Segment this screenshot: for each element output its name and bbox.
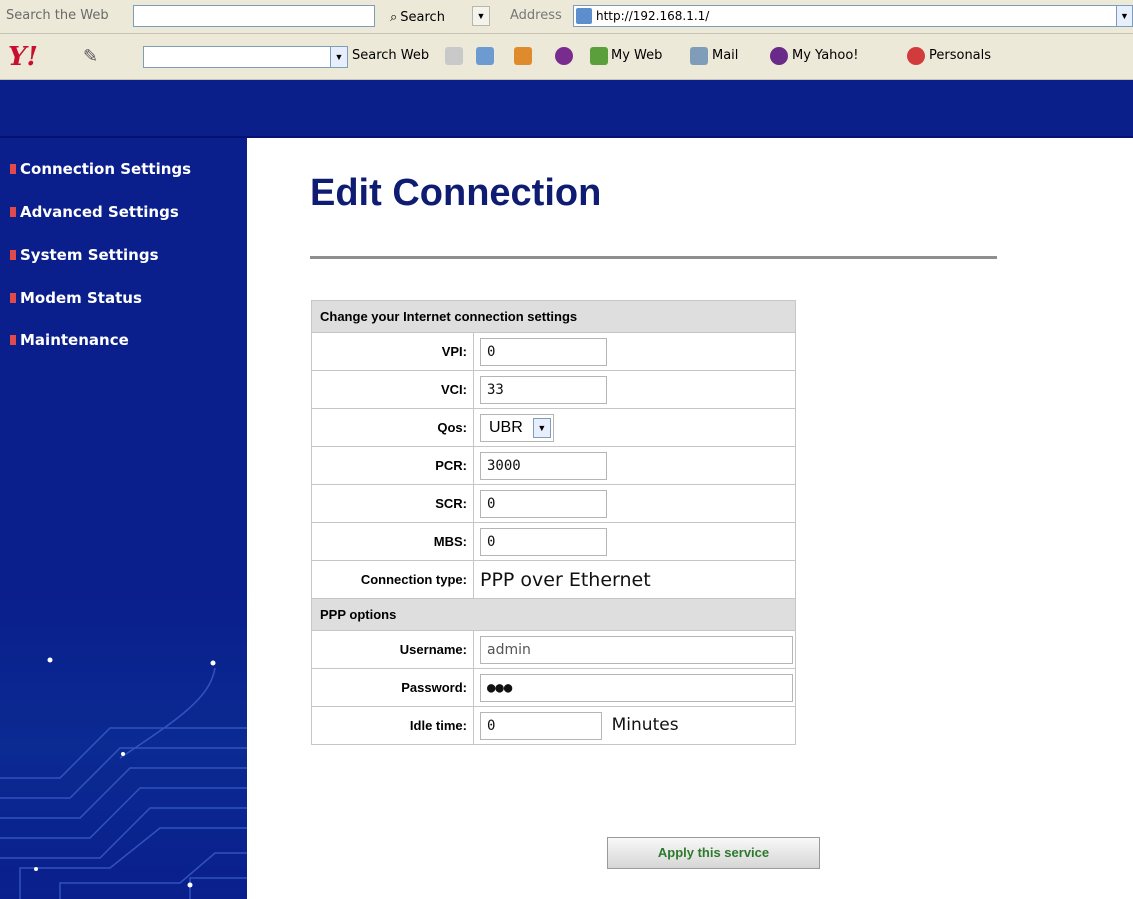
- username-input[interactable]: [480, 635, 793, 664]
- mail-link[interactable]: Mail: [712, 48, 738, 63]
- qos-select[interactable]: UBR ▼: [480, 413, 554, 442]
- bullet-arrow-icon: [10, 293, 16, 303]
- mail-icon: [690, 47, 708, 65]
- browser-search-toolbar: Search the Web ⌕ Search ▼ Address http:/…: [0, 0, 1133, 34]
- web-search-input[interactable]: [133, 5, 375, 27]
- bullet-arrow-icon: [10, 207, 16, 217]
- pcr-input[interactable]: [480, 451, 607, 480]
- antispy-icon[interactable]: [514, 47, 532, 65]
- form-row-connection-type: Connection type: PPP over Ethernet: [311, 560, 796, 599]
- mbs-label: MBS:: [311, 522, 474, 561]
- title-divider: [310, 256, 997, 259]
- search-web-button[interactable]: Search Web: [352, 48, 429, 63]
- form-row-username: Username:: [311, 630, 796, 669]
- form-row-idle-time: Idle time: Minutes: [311, 706, 796, 745]
- search-options-dropdown[interactable]: ▼: [472, 6, 490, 26]
- search-the-web-label: Search the Web: [6, 8, 109, 23]
- yahoo-logo[interactable]: Y!: [8, 42, 38, 72]
- qos-label: Qos:: [311, 408, 474, 447]
- sidebar-item-advanced-settings[interactable]: Advanced Settings: [10, 203, 179, 221]
- vpi-label: VPI:: [311, 332, 474, 371]
- form-row-vpi: VPI:: [311, 332, 796, 371]
- vpi-input[interactable]: [480, 337, 607, 366]
- vci-label: VCI:: [311, 370, 474, 409]
- address-dropdown[interactable]: ▼: [1116, 5, 1133, 27]
- bullet-arrow-icon: [10, 164, 16, 174]
- form-row-qos: Qos: UBR ▼: [311, 408, 796, 447]
- scr-input[interactable]: [480, 489, 607, 518]
- sidebar-item-modem-status[interactable]: Modem Status: [10, 289, 142, 307]
- header-banner: [0, 80, 1133, 138]
- bullet-arrow-icon: [10, 250, 16, 260]
- section-header-ppp: PPP options: [311, 598, 796, 631]
- page-icon: [576, 8, 592, 24]
- sidebar-item-system-settings[interactable]: System Settings: [10, 246, 159, 264]
- connection-type-label: Connection type:: [311, 560, 474, 599]
- form-row-mbs: MBS:: [311, 522, 796, 561]
- password-input[interactable]: [480, 673, 793, 702]
- my-yahoo-link[interactable]: My Yahoo!: [792, 48, 859, 63]
- idle-time-label: Idle time:: [311, 706, 474, 745]
- form-row-vci: VCI:: [311, 370, 796, 409]
- highlight-icon[interactable]: [445, 47, 463, 65]
- layout-icon[interactable]: [476, 47, 494, 65]
- chevron-down-icon: ▼: [532, 417, 551, 438]
- scr-label: SCR:: [311, 484, 474, 523]
- sidebar: Connection Settings Advanced Settings Sy…: [0, 138, 247, 899]
- pop-up-blocker-icon[interactable]: [555, 47, 573, 65]
- idle-time-input[interactable]: [480, 711, 602, 740]
- my-web-link[interactable]: My Web: [611, 48, 662, 63]
- yahoo-toolbar: Y! ✎ ▼ Search Web My Web Mail My Yahoo! …: [0, 34, 1133, 80]
- sidebar-item-maintenance[interactable]: Maintenance: [10, 331, 129, 349]
- bullet-arrow-icon: [10, 335, 16, 345]
- my-web-icon: [590, 47, 608, 65]
- yahoo-search-input[interactable]: [143, 46, 335, 68]
- heart-icon: [907, 47, 925, 65]
- pencil-icon[interactable]: ✎: [83, 46, 98, 67]
- address-label: Address: [510, 8, 562, 23]
- idle-time-unit: Minutes: [611, 714, 679, 735]
- my-yahoo-icon: [770, 47, 788, 65]
- sidebar-item-connection-settings[interactable]: Connection Settings: [10, 160, 191, 178]
- connection-settings-table: Change your Internet connection settings…: [311, 300, 796, 745]
- section-header-internet: Change your Internet connection settings: [311, 300, 796, 333]
- mbs-input[interactable]: [480, 527, 607, 556]
- address-bar[interactable]: http://192.168.1.1/: [573, 5, 1121, 27]
- yahoo-search-dropdown[interactable]: ▼: [330, 46, 348, 68]
- form-row-scr: SCR:: [311, 484, 796, 523]
- password-label: Password:: [311, 668, 474, 707]
- vci-input[interactable]: [480, 375, 607, 404]
- apply-service-button[interactable]: Apply this service: [607, 837, 820, 869]
- username-label: Username:: [311, 630, 474, 669]
- search-button[interactable]: ⌕ Search: [390, 6, 445, 28]
- form-row-pcr: PCR:: [311, 446, 796, 485]
- connection-type-value: PPP over Ethernet: [480, 568, 651, 591]
- personals-link[interactable]: Personals: [929, 48, 991, 63]
- form-row-password: Password:: [311, 668, 796, 707]
- magnifier-icon: ⌕: [390, 9, 398, 25]
- page-title: Edit Connection: [310, 172, 602, 214]
- pcr-label: PCR:: [311, 446, 474, 485]
